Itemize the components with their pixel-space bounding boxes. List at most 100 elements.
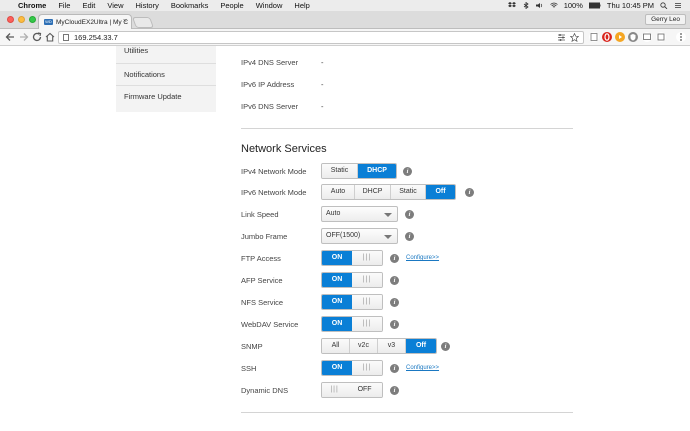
notification-center-icon[interactable] — [674, 2, 682, 9]
ssh-configure-link[interactable]: Configure>> — [406, 365, 439, 371]
ipv4-mode-dhcp-option[interactable]: DHCP — [358, 164, 396, 178]
webdav-toggle-on[interactable]: ON — [322, 317, 352, 331]
webdav-info-icon[interactable]: i — [390, 319, 399, 329]
ipv6-mode-info-icon[interactable]: i — [465, 187, 474, 197]
ddns-toggle[interactable]: ||| OFF — [321, 382, 383, 398]
afp-toggle-grip[interactable]: ||| — [352, 273, 382, 287]
nfs-info-icon[interactable]: i — [390, 297, 399, 307]
webdav-label: WebDAV Service — [241, 319, 299, 329]
minimize-window-button[interactable] — [18, 16, 25, 23]
ddns-toggle-grip[interactable]: ||| — [322, 383, 348, 397]
spotlight-search-icon[interactable] — [660, 2, 668, 9]
shield-extension-icon[interactable] — [628, 32, 638, 42]
ftp-toggle-grip[interactable]: ||| — [352, 251, 382, 265]
ssh-toggle[interactable]: ON ||| — [321, 360, 383, 376]
menu-history[interactable]: History — [136, 1, 159, 10]
nfs-toggle-grip[interactable]: ||| — [352, 295, 382, 309]
cast-icon[interactable] — [642, 32, 652, 42]
ipv6-mode-dhcp-option[interactable]: DHCP — [355, 185, 391, 199]
back-arrow-icon[interactable] — [4, 31, 16, 43]
opera-extension-icon[interactable] — [602, 32, 612, 42]
extension-page-icon[interactable] — [589, 32, 599, 42]
wd-favicon-icon: WD — [44, 19, 53, 25]
menu-people[interactable]: People — [220, 1, 243, 10]
tab-mycloud[interactable]: WD MyCloudEX2Ultra | My Cloud × — [38, 14, 132, 29]
macos-menubar: Chrome File Edit View History Bookmarks … — [0, 0, 690, 11]
snmp-v3-option[interactable]: v3 — [378, 339, 406, 353]
nfs-toggle[interactable]: ON ||| — [321, 294, 383, 310]
zoom-window-button[interactable] — [29, 16, 36, 23]
webdav-toggle-grip[interactable]: ||| — [352, 317, 382, 331]
nfs-toggle-on[interactable]: ON — [322, 295, 352, 309]
address-bar[interactable]: 169.254.33.7 — [58, 31, 584, 44]
forward-arrow-icon[interactable] — [18, 31, 30, 43]
ssh-info-icon[interactable]: i — [390, 363, 399, 373]
menu-view[interactable]: View — [107, 1, 123, 10]
afp-toggle-on[interactable]: ON — [322, 273, 352, 287]
ftp-configure-link[interactable]: Configure>> — [406, 255, 439, 261]
sidebar-item-utilities[interactable]: Utilities — [116, 46, 216, 64]
menu-app-chrome[interactable]: Chrome — [18, 1, 46, 10]
ipv6-mode-off-option[interactable]: Off — [426, 185, 455, 199]
bookmark-star-icon[interactable] — [570, 33, 579, 42]
omnibox-actions — [557, 32, 579, 43]
ipv6-dns-label: IPv6 DNS Server — [241, 101, 299, 111]
menu-bookmarks[interactable]: Bookmarks — [171, 1, 209, 10]
ipv6-dns-value: - — [321, 101, 324, 111]
page-info-icon[interactable] — [63, 34, 69, 41]
battery-icon[interactable] — [588, 2, 601, 9]
link-speed-info-icon[interactable]: i — [405, 209, 414, 219]
dropbox-icon[interactable] — [507, 2, 516, 9]
afp-label: AFP Service — [241, 275, 283, 285]
snmp-segmented: All v2c v3 Off — [321, 338, 437, 354]
menu-file[interactable]: File — [58, 1, 70, 10]
home-icon[interactable] — [44, 31, 56, 43]
site-settings-icon[interactable] — [557, 33, 566, 42]
ddns-toggle-off[interactable]: OFF — [347, 383, 382, 397]
play-extension-icon[interactable] — [615, 32, 625, 42]
close-window-button[interactable] — [7, 16, 14, 23]
snmp-off-option[interactable]: Off — [406, 339, 436, 353]
menu-edit[interactable]: Edit — [82, 1, 95, 10]
menubar-clock[interactable]: Thu 10:45 PM — [607, 1, 654, 10]
ftp-toggle-on[interactable]: ON — [322, 251, 352, 265]
snmp-all-option[interactable]: All — [322, 339, 350, 353]
nfs-label: NFS Service — [241, 297, 284, 307]
ddns-info-icon[interactable]: i — [390, 385, 399, 395]
wifi-icon[interactable] — [549, 2, 558, 9]
profile-button[interactable]: Gerry Leo — [645, 14, 686, 25]
ddns-label: Dynamic DNS — [241, 385, 289, 395]
chrome-menu-icon[interactable] — [676, 32, 686, 42]
afp-info-icon[interactable]: i — [390, 275, 399, 285]
ftp-toggle[interactable]: ON ||| — [321, 250, 383, 266]
ipv4-mode-info-icon[interactable]: i — [403, 166, 412, 176]
ipv6-mode-label: IPv6 Network Mode — [241, 187, 307, 197]
ipv4-mode-static-option[interactable]: Static — [322, 164, 358, 178]
tab-close-icon[interactable]: × — [123, 18, 127, 25]
snmp-info-icon[interactable]: i — [441, 341, 450, 351]
ipv6-mode-static-option[interactable]: Static — [391, 185, 426, 199]
tab-strip: WD MyCloudEX2Ultra | My Cloud × Gerry Le… — [0, 11, 690, 29]
afp-toggle[interactable]: ON ||| — [321, 272, 383, 288]
snmp-v2c-option[interactable]: v2c — [350, 339, 378, 353]
webdav-toggle[interactable]: ON ||| — [321, 316, 383, 332]
bluetooth-icon[interactable] — [522, 2, 530, 9]
jumbo-frame-info-icon[interactable]: i — [405, 231, 414, 241]
reload-icon[interactable] — [31, 31, 43, 43]
address-url[interactable]: 169.254.33.7 — [74, 33, 118, 42]
new-tab-button[interactable] — [131, 17, 155, 28]
jumbo-frame-select[interactable]: OFF(1500) — [321, 228, 398, 244]
ssh-toggle-grip[interactable]: ||| — [352, 361, 382, 375]
ssh-toggle-on[interactable]: ON — [322, 361, 352, 375]
volume-icon[interactable] — [535, 2, 544, 9]
sidebar-item-notifications[interactable]: Notifications — [116, 64, 216, 86]
extension-box-icon[interactable] — [656, 32, 666, 42]
menu-window[interactable]: Window — [256, 1, 283, 10]
ftp-info-icon[interactable]: i — [390, 253, 399, 263]
chevron-down-icon — [384, 235, 392, 239]
ipv6-mode-auto-option[interactable]: Auto — [322, 185, 355, 199]
section-divider-bottom — [241, 412, 573, 413]
link-speed-select[interactable]: Auto — [321, 206, 398, 222]
sidebar-item-firmware-update[interactable]: Firmware Update — [116, 86, 216, 108]
menu-help[interactable]: Help — [294, 1, 309, 10]
